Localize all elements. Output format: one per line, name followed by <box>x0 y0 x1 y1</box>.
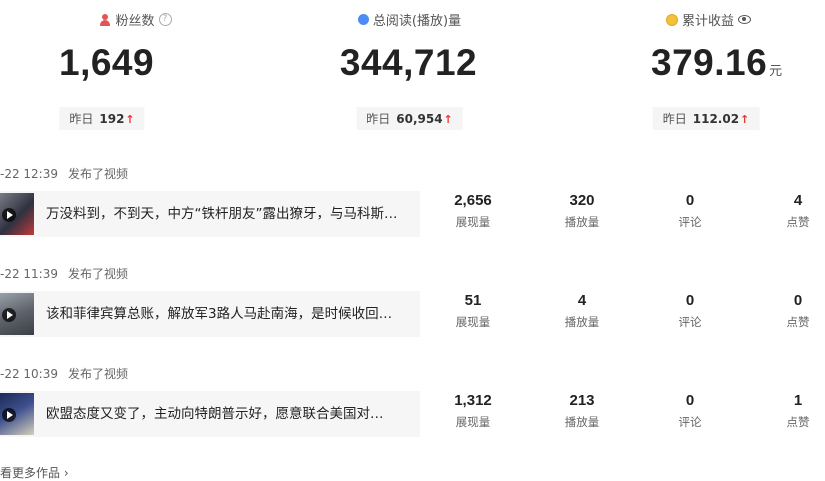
metric-label: 点赞 <box>786 215 810 229</box>
up-arrow-icon: ↑ <box>740 113 750 126</box>
reads-header: 总阅读(播放)量 <box>272 10 547 29</box>
post-time: -22 11:39 发布了视频 <box>0 265 128 282</box>
metric-likes: 1 点赞 <box>758 392 825 430</box>
post-card[interactable]: 该和菲律宾算总账，解放军3路人马赴南海，是时候收回… <box>0 291 420 337</box>
yesterday-value: 60,954 <box>396 112 443 126</box>
metric-value: 0 <box>793 292 803 309</box>
up-arrow-icon: ↑ <box>125 113 135 126</box>
metric-comments: 0 评论 <box>650 392 730 430</box>
metric-label: 展现量 <box>455 215 491 229</box>
metric-label: 展现量 <box>455 315 491 329</box>
post-card[interactable]: 欧盟态度又变了，主动向特朗普示好，愿意联合美国对… <box>0 391 420 437</box>
metric-value: 213 <box>569 392 595 409</box>
drop-icon <box>357 14 369 25</box>
eye-icon[interactable] <box>738 15 751 24</box>
metric-label: 播放量 <box>564 215 600 229</box>
metric-value: 2,656 <box>454 192 492 209</box>
user-icon <box>99 13 111 26</box>
metric-likes: 0 点赞 <box>758 292 825 330</box>
post-title[interactable]: 欧盟态度又变了，主动向特朗普示好，愿意联合美国对… <box>46 391 384 437</box>
post-action: 发布了视频 <box>68 167 129 181</box>
help-icon[interactable]: ? <box>158 13 172 26</box>
yesterday-label: 昨日 <box>366 112 391 126</box>
post-timestamp: -22 12:39 <box>0 167 58 181</box>
followers-yesterday: 昨日 192↑ <box>59 107 145 130</box>
play-icon <box>2 408 16 422</box>
metric-label: 点赞 <box>786 315 810 329</box>
metric-label: 展现量 <box>455 415 491 429</box>
metric-impressions: 2,656 展现量 <box>433 192 513 230</box>
metric-plays: 213 播放量 <box>542 392 622 430</box>
play-icon <box>2 308 16 322</box>
metric-label: 播放量 <box>564 315 600 329</box>
reads-yesterday: 昨日 60,954↑ <box>356 107 463 130</box>
video-thumbnail[interactable] <box>0 393 34 435</box>
metric-label: 播放量 <box>564 415 600 429</box>
metric-value: 0 <box>685 392 695 409</box>
reads-number: 344,712 <box>339 42 478 83</box>
earnings-header: 累计收益 <box>571 10 825 29</box>
followers-header: 粉丝数 ? <box>0 10 273 29</box>
metric-impressions: 1,312 展现量 <box>433 392 513 430</box>
yesterday-value: 192 <box>99 112 125 126</box>
yesterday-label: 昨日 <box>69 112 94 126</box>
post-action: 发布了视频 <box>68 267 129 281</box>
metric-comments: 0 评论 <box>650 192 730 230</box>
chevron-right-icon: › <box>63 466 69 480</box>
view-more-label: 看更多作品 <box>0 466 61 480</box>
metric-value: 320 <box>569 192 595 209</box>
post-title[interactable]: 该和菲律宾算总账，解放军3路人马赴南海，是时候收回… <box>46 291 392 337</box>
metric-comments: 0 评论 <box>650 292 730 330</box>
earnings-yesterday: 昨日 112.02↑ <box>652 107 760 130</box>
coin-icon <box>665 13 678 26</box>
post-card[interactable]: 万没料到，不到天，中方“铁杆朋友”露出獠牙，与马科斯… <box>0 191 420 237</box>
metric-value: 1 <box>793 392 803 409</box>
followers-number: 1,649 <box>59 42 155 83</box>
metric-value: 0 <box>685 192 695 209</box>
post-timestamp: -22 11:39 <box>0 267 58 281</box>
earnings-value: 379.16 元 <box>571 42 825 84</box>
metric-label: 点赞 <box>786 415 810 429</box>
yesterday-label: 昨日 <box>662 112 687 126</box>
play-icon <box>2 208 16 222</box>
currency-unit: 元 <box>769 63 783 78</box>
earnings-label: 累计收益 <box>681 14 734 29</box>
post-title[interactable]: 万没料到，不到天，中方“铁杆朋友”露出獠牙，与马科斯… <box>46 191 398 237</box>
metric-label: 评论 <box>678 215 702 229</box>
metric-value: 4 <box>793 192 803 209</box>
metric-value: 0 <box>685 292 695 309</box>
video-thumbnail[interactable] <box>0 293 34 335</box>
reads-label: 总阅读(播放)量 <box>372 14 462 29</box>
post-action: 发布了视频 <box>68 367 129 381</box>
followers-value: 1,649 <box>0 42 273 84</box>
metric-likes: 4 点赞 <box>758 192 825 230</box>
reads-value: 344,712 <box>272 42 547 84</box>
metric-plays: 320 播放量 <box>542 192 622 230</box>
post-timestamp: -22 10:39 <box>0 367 58 381</box>
yesterday-value: 112.02 <box>692 112 740 126</box>
metric-value: 1,312 <box>454 392 492 409</box>
followers-label: 粉丝数 <box>115 14 155 29</box>
earnings-number: 379.16 <box>651 42 768 83</box>
metric-value: 4 <box>577 292 587 309</box>
metric-label: 评论 <box>678 315 702 329</box>
view-more-link[interactable]: 看更多作品 › <box>0 464 69 481</box>
post-time: -22 10:39 发布了视频 <box>0 365 128 382</box>
up-arrow-icon: ↑ <box>443 113 453 126</box>
metric-impressions: 51 展现量 <box>433 292 513 330</box>
metric-value: 51 <box>464 292 482 309</box>
post-time: -22 12:39 发布了视频 <box>0 165 128 182</box>
video-thumbnail[interactable] <box>0 193 34 235</box>
metric-plays: 4 播放量 <box>542 292 622 330</box>
metric-label: 评论 <box>678 415 702 429</box>
